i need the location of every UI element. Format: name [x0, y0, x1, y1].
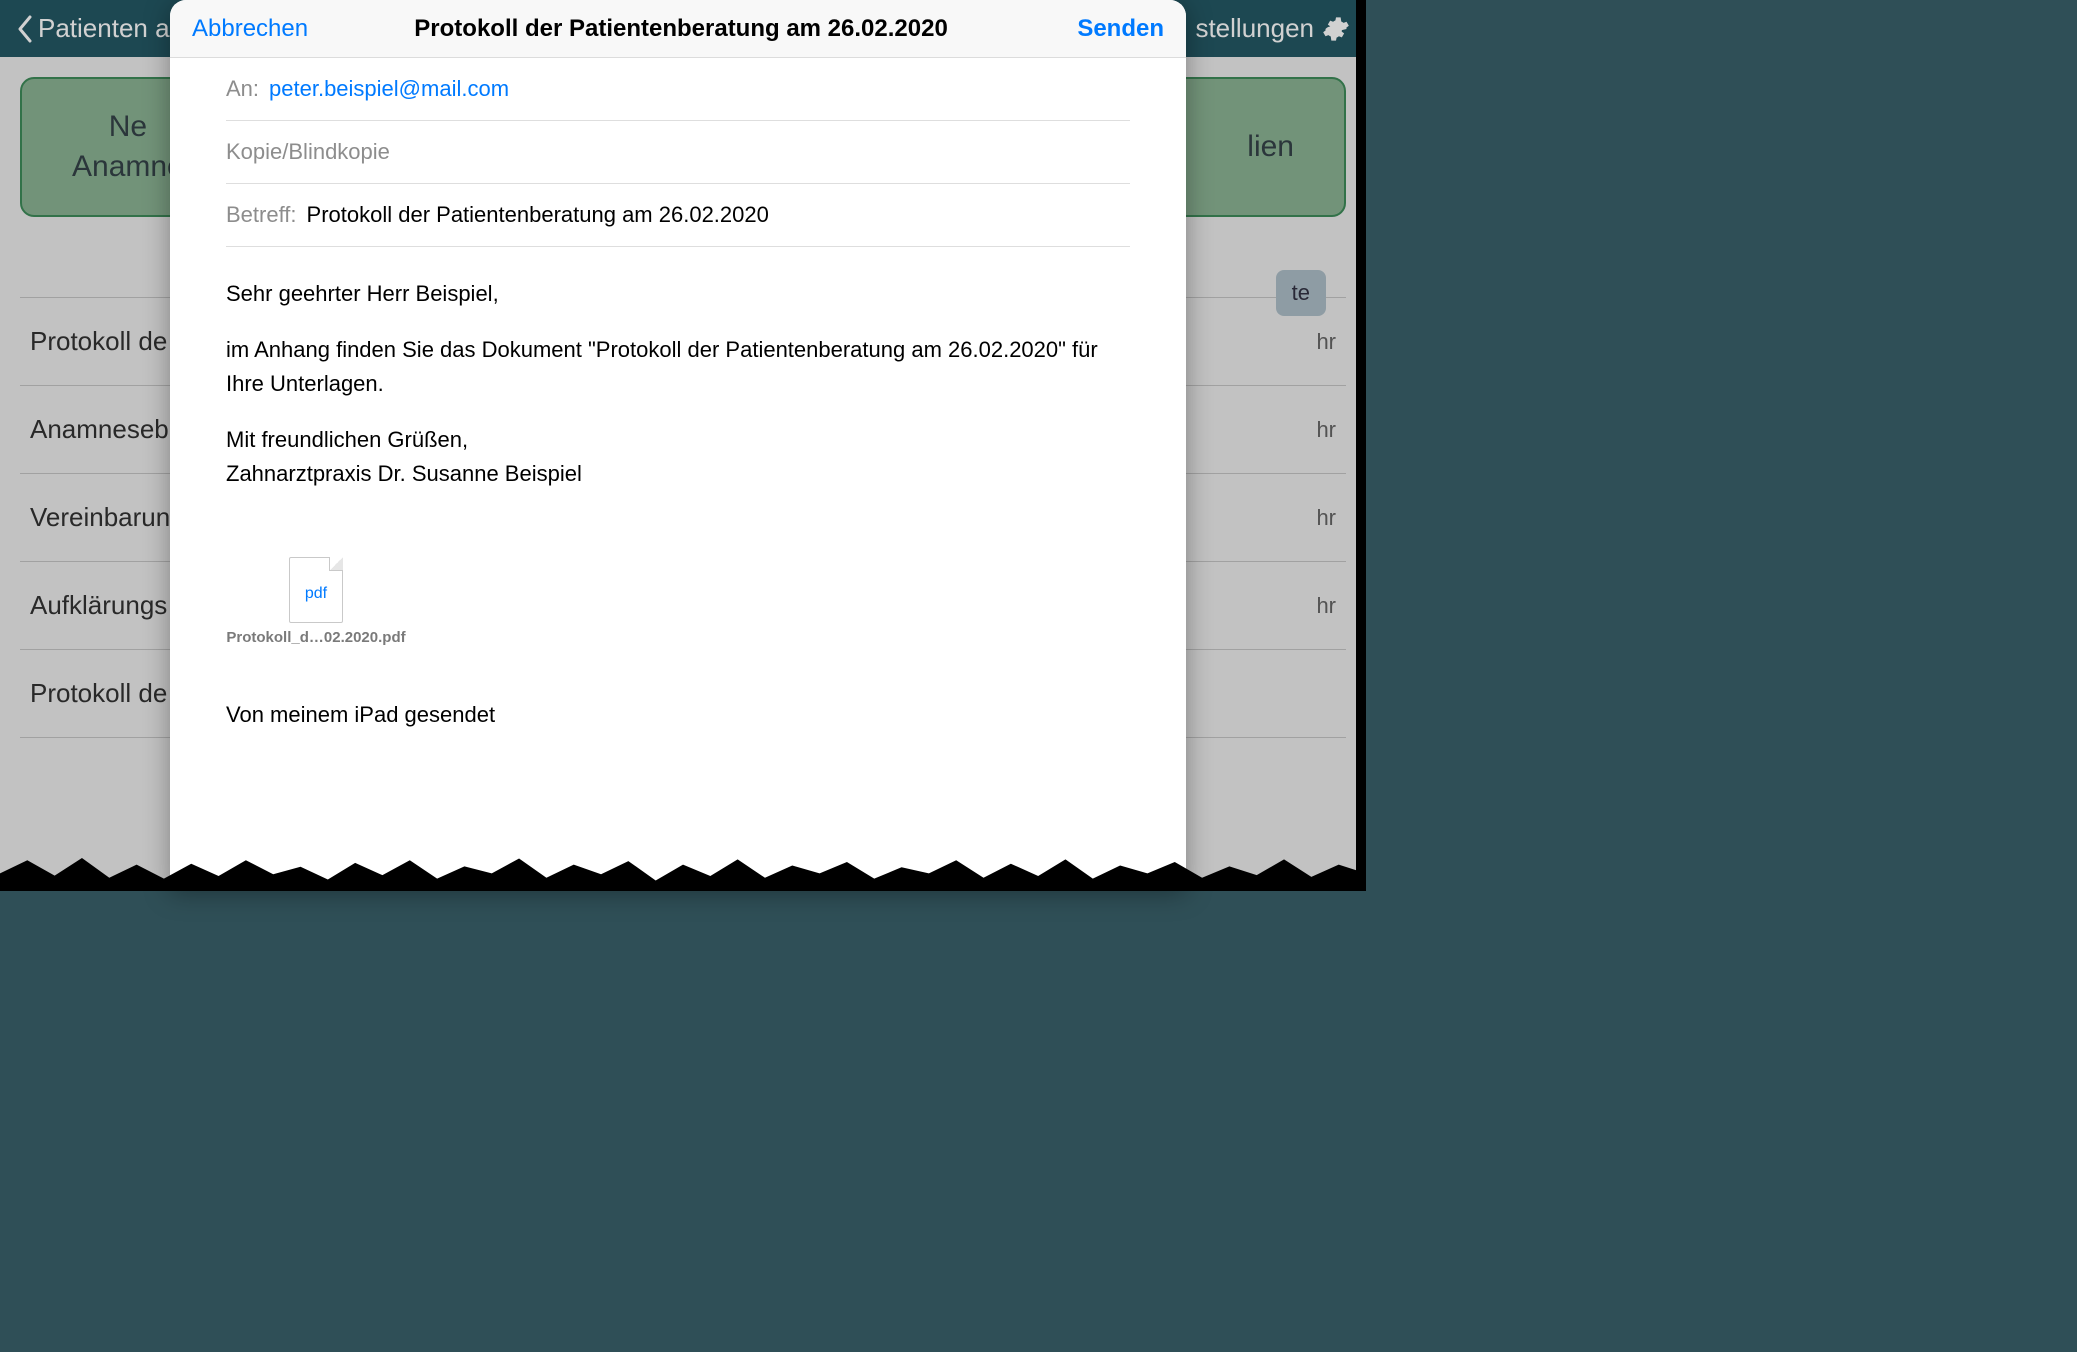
subject-value[interactable]: Protokoll der Patientenberatung am 26.02…	[307, 202, 769, 228]
page-fold-icon	[329, 557, 343, 571]
send-button[interactable]: Senden	[1054, 15, 1164, 43]
body-paragraph: im Anhang finden Sie das Dokument "Proto…	[226, 333, 1130, 401]
body-salutation: Sehr geehrter Herr Beispiel,	[226, 277, 1130, 311]
sent-from-line: Von meinem iPad gesendet	[170, 656, 1186, 768]
to-label: An:	[226, 76, 259, 102]
attachment[interactable]: pdf Protokoll_d…02.2020.pdf	[226, 557, 406, 646]
subject-label: Betreff:	[226, 202, 297, 228]
to-value[interactable]: peter.beispiel@mail.com	[269, 76, 509, 102]
modal-header: Abbrechen Protokoll der Patientenberatun…	[170, 0, 1186, 58]
to-field[interactable]: An: peter.beispiel@mail.com	[226, 58, 1130, 121]
cancel-button[interactable]: Abbrechen	[192, 15, 308, 43]
email-compose-modal: Abbrechen Protokoll der Patientenberatun…	[170, 0, 1186, 889]
modal-title: Protokoll der Patientenberatung am 26.02…	[308, 15, 1054, 43]
attachment-ext: pdf	[305, 585, 327, 603]
signature-line: Zahnarztpraxis Dr. Susanne Beispiel	[226, 461, 582, 486]
pdf-icon: pdf	[289, 557, 343, 623]
cc-bcc-field[interactable]: Kopie/Blindkopie	[226, 121, 1130, 184]
right-edge-shadow	[1356, 0, 1366, 889]
modal-body: An: peter.beispiel@mail.com Kopie/Blindk…	[170, 58, 1186, 889]
closing-line: Mit freundlichen Grüßen,	[226, 427, 468, 452]
subject-field[interactable]: Betreff: Protokoll der Patientenberatung…	[226, 184, 1130, 247]
attachment-filename: Protokoll_d…02.2020.pdf	[226, 629, 406, 646]
body-closing: Mit freundlichen Grüßen, Zahnarztpraxis …	[226, 423, 1130, 491]
email-body[interactable]: Sehr geehrter Herr Beispiel, im Anhang f…	[170, 247, 1186, 523]
cc-bcc-label: Kopie/Blindkopie	[226, 139, 390, 165]
